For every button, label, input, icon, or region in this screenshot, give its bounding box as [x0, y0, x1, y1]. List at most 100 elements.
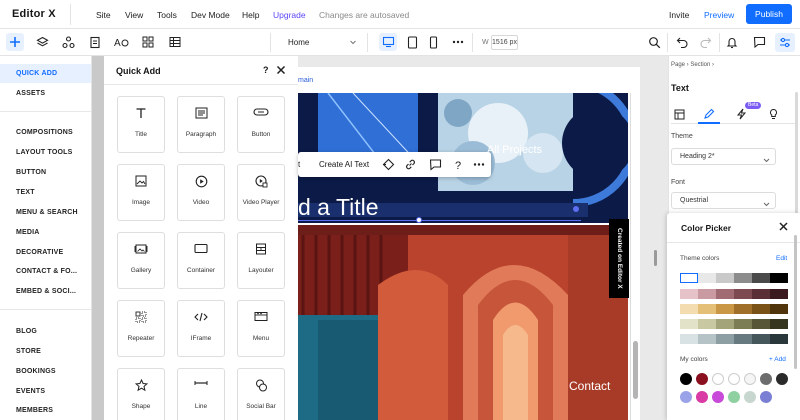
color-swatch[interactable] — [734, 273, 752, 283]
create-ai-text-button[interactable]: Create AI Text — [319, 160, 369, 169]
category-decorative[interactable]: DECORATIVE — [0, 243, 91, 262]
layers-icon[interactable] — [33, 33, 51, 51]
pages-icon[interactable] — [86, 33, 104, 51]
category-blog[interactable]: BLOG — [0, 322, 91, 341]
upgrade-link[interactable]: Upgrade — [273, 10, 306, 20]
theme-dropdown[interactable]: Heading 2* — [671, 148, 776, 165]
color-swatch[interactable] — [752, 304, 770, 314]
table-icon[interactable] — [166, 33, 184, 51]
category-compositions[interactable]: COMPOSITIONS — [0, 123, 91, 142]
help-icon[interactable]: ? — [263, 65, 269, 75]
color-swatch[interactable] — [716, 304, 734, 314]
menu-tools[interactable]: Tools — [157, 10, 177, 20]
color-picker-scrollbar[interactable] — [794, 235, 797, 369]
page-preview[interactable]: main — [298, 67, 640, 420]
custom-color-swatch[interactable] — [696, 391, 708, 403]
accessibility-tab-icon[interactable] — [765, 106, 781, 122]
custom-color-swatch[interactable] — [744, 373, 756, 385]
font-dropdown[interactable]: Questrial — [671, 192, 776, 209]
menu-help[interactable]: Help — [242, 10, 259, 20]
category-button[interactable]: BUTTON — [0, 163, 91, 182]
color-swatch[interactable] — [716, 273, 734, 283]
add-button-tile[interactable]: Button — [237, 96, 285, 153]
notifications-icon[interactable] — [723, 33, 741, 51]
design-tab-icon[interactable] — [701, 106, 717, 122]
more-actions-icon[interactable] — [473, 158, 485, 174]
custom-color-swatch[interactable] — [712, 391, 724, 403]
more-breakpoints-icon[interactable] — [449, 33, 467, 51]
animation-icon[interactable] — [382, 158, 395, 174]
comments-icon[interactable] — [750, 33, 768, 51]
custom-color-swatch[interactable] — [760, 391, 772, 403]
add-line-tile[interactable]: Line — [177, 368, 225, 420]
category-quick-add[interactable]: QUICK ADD — [0, 64, 91, 83]
custom-color-swatch[interactable] — [760, 373, 772, 385]
add-paragraph-tile[interactable]: Paragraph — [177, 96, 225, 153]
tablet-view-icon[interactable] — [403, 33, 421, 51]
add-elements-icon[interactable] — [6, 33, 24, 51]
components-icon[interactable] — [59, 33, 77, 51]
color-swatch[interactable] — [698, 304, 716, 314]
add-menu-tile[interactable]: Menu — [237, 300, 285, 357]
add-shape-tile[interactable]: Shape — [117, 368, 165, 420]
color-swatch[interactable] — [752, 273, 770, 283]
color-swatch[interactable] — [770, 304, 788, 314]
color-swatch[interactable] — [752, 289, 770, 299]
menu-site[interactable]: Site — [96, 10, 111, 20]
selection-handle[interactable] — [573, 206, 579, 212]
menu-dev-mode[interactable]: Dev Mode — [191, 10, 230, 20]
comment-icon[interactable] — [429, 158, 442, 174]
inspector-toggle-icon[interactable] — [775, 33, 795, 52]
category-events[interactable]: EVENTS — [0, 382, 91, 401]
color-swatch[interactable] — [680, 319, 698, 329]
selection-handle[interactable] — [416, 217, 422, 223]
category-members[interactable]: MEMBERS — [0, 401, 91, 420]
width-input[interactable]: 1516 px — [491, 35, 518, 50]
color-swatch[interactable] — [734, 304, 752, 314]
layout-tab-icon[interactable] — [671, 106, 687, 122]
all-projects-link[interactable]: All Projects — [487, 144, 542, 156]
add-title-tile[interactable]: Title — [117, 96, 165, 153]
category-media[interactable]: MEDIA — [0, 223, 91, 242]
category-layout-tools[interactable]: LAYOUT TOOLS — [0, 143, 91, 162]
color-swatch[interactable] — [770, 273, 788, 283]
add-container-tile[interactable]: Container — [177, 232, 225, 289]
category-text[interactable]: TEXT — [0, 183, 91, 202]
color-swatch[interactable] — [770, 319, 788, 329]
color-swatch[interactable] — [698, 334, 716, 344]
color-swatch[interactable] — [680, 289, 698, 299]
chevron-down-icon[interactable] — [349, 37, 357, 49]
custom-color-swatch[interactable] — [696, 373, 708, 385]
close-icon[interactable] — [276, 65, 286, 78]
custom-color-swatch[interactable] — [744, 391, 756, 403]
zoom-icon[interactable] — [645, 33, 663, 51]
color-swatch[interactable] — [752, 334, 770, 344]
invite-button[interactable]: Invite — [669, 10, 689, 20]
color-swatch[interactable] — [680, 273, 698, 283]
add-gallery-tile[interactable]: Gallery — [117, 232, 165, 289]
link-icon[interactable] — [404, 158, 417, 174]
color-swatch[interactable] — [752, 319, 770, 329]
add-video-player-tile[interactable]: Video Player — [237, 164, 285, 221]
add-image-tile[interactable]: Image — [117, 164, 165, 221]
created-on-editor-x-badge[interactable]: Created on Editor X — [609, 219, 629, 298]
undo-icon[interactable] — [673, 33, 691, 51]
redo-icon[interactable] — [696, 33, 714, 51]
category-contact-forms[interactable]: CONTACT & FO... — [0, 262, 91, 281]
toolbar-edit-text[interactable]: t — [298, 160, 300, 169]
category-menu-search[interactable]: MENU & SEARCH — [0, 203, 91, 222]
resize-handle[interactable] — [654, 250, 657, 266]
color-swatch[interactable] — [770, 289, 788, 299]
add-color-link[interactable]: + Add — [769, 356, 786, 363]
category-bookings[interactable]: BOOKINGS — [0, 362, 91, 381]
add-video-tile[interactable]: Video — [177, 164, 225, 221]
breadcrumb[interactable]: Page › Section › — [671, 62, 714, 68]
preview-button[interactable]: Preview — [704, 10, 734, 20]
help-icon[interactable]: ? — [452, 158, 465, 174]
custom-color-swatch[interactable] — [680, 391, 692, 403]
color-swatch[interactable] — [734, 289, 752, 299]
add-social-bar-tile[interactable]: Social Bar — [237, 368, 285, 420]
category-assets[interactable]: ASSETS — [0, 84, 91, 103]
color-swatch[interactable] — [698, 319, 716, 329]
desktop-view-icon[interactable] — [379, 33, 397, 51]
